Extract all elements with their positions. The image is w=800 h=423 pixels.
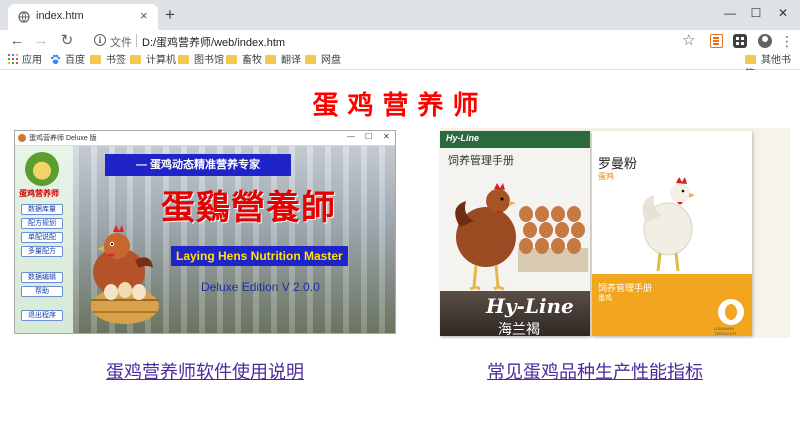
lohmann-book-subtitle: 蛋鸡: [598, 172, 614, 181]
app-sidebar: 蛋鸡营养师 数据库量 配方规划 单配说配 多量配方 数据编辑 帮助 退出程序: [15, 146, 73, 333]
app-slogan: — 蛋鸡动态精准营养专家: [105, 154, 291, 176]
app-titlebar: 蛋鸡营养师 Deluxe 版 — ☐ ✕: [15, 131, 395, 146]
folder-icon: [305, 55, 316, 64]
close-window-button[interactable]: ✕: [771, 3, 795, 23]
reload-button[interactable]: ↻: [58, 32, 76, 50]
bookmark-folder[interactable]: 计算机: [130, 54, 176, 68]
app-window-title: 蛋鸡营养师 Deluxe 版: [29, 135, 97, 142]
lohmann-handbook-cover: 罗曼粉 蛋鸡 饲养管理手册 蛋鸡 LOHMANN TIERZUCHT: [592, 131, 752, 336]
app-menu-button: 帮助: [21, 286, 63, 297]
app-menu-button: 单配说配: [21, 232, 63, 243]
scheme-label: 文件: [110, 37, 132, 49]
app-main-panel: — 蛋鸡动态精准营养专家 蛋鷄營養師 Laying Hens Nutrition…: [73, 146, 395, 333]
folder-icon: [178, 55, 189, 64]
browser-tab[interactable]: index.htm ×: [8, 4, 158, 30]
folder-icon: [745, 55, 756, 64]
page-title: 蛋鸡营养师: [312, 91, 488, 121]
bookmark-baidu[interactable]: 百度: [50, 54, 85, 68]
hyline-logo: Hy-Line: [486, 294, 574, 318]
extension-grid-icon[interactable]: [733, 34, 747, 48]
profile-icon[interactable]: [758, 34, 772, 48]
bookmark-label: 图书馆: [194, 55, 224, 66]
app-minimize-icon: —: [347, 132, 355, 141]
app-maximize-icon: ☐: [365, 132, 373, 141]
white-hen-illustration: [642, 177, 695, 272]
bookmark-label: 翻译: [281, 55, 301, 66]
hyline-breed-name: 海兰褐: [498, 321, 540, 336]
page-content: 蛋鸡营养师 蛋鸡营养师 Deluxe 版 — ☐ ✕ 蛋鸡营养师 数据库量 配方…: [0, 70, 800, 423]
bookmark-other[interactable]: 其他书签: [745, 54, 800, 80]
breed-performance-link[interactable]: 常见蛋鸡品种生产性能指标: [487, 362, 703, 383]
brown-hen-illustration: [455, 183, 516, 291]
browser-toolbar: ← → ↻ i 文件 D:/蛋鸡营养师/web/index.htm ☆ ⋮: [0, 30, 800, 52]
app-menu-button: 数据库量: [21, 204, 63, 215]
bookmark-label: 畜牧: [242, 55, 262, 66]
hyline-handbook-cover: Hy-Line 饲养管理手册 Hy-Line 海兰褐: [440, 131, 590, 336]
bookmark-label: 书签: [106, 55, 126, 66]
hen-basket-illustration: [91, 225, 159, 324]
app-english-title: Laying Hens Nutrition Master: [171, 246, 348, 266]
bookmark-label: 百度: [65, 55, 85, 66]
folder-icon: [265, 55, 276, 64]
star-icon[interactable]: ☆: [682, 31, 695, 49]
address-bar[interactable]: i 文件 D:/蛋鸡营养师/web/index.htm ☆: [86, 31, 706, 51]
tab-strip: index.htm × + — ☐ ✕: [0, 0, 800, 30]
folder-icon: [130, 55, 141, 64]
hen-icon: [18, 134, 26, 142]
bookmark-folder[interactable]: 畜牧: [226, 54, 262, 68]
back-button[interactable]: ←: [8, 32, 26, 50]
app-big-title: 蛋鷄營養師: [161, 188, 336, 228]
hen-logo-icon: [25, 152, 59, 186]
app-logo-text: 蛋鸡营养师: [19, 189, 59, 198]
app-menu-button: 配方规划: [21, 218, 63, 229]
bookmark-label: 计算机: [146, 55, 176, 66]
bookmark-folder[interactable]: 网盘: [305, 54, 341, 68]
app-menu-button: 退出程序: [21, 310, 63, 321]
extension-icon[interactable]: [710, 34, 723, 48]
baidu-paw-icon: [50, 54, 61, 65]
bookmarks-bar: 应用 百度 书签 计算机 图书馆 畜牧 翻译 网盘 其他书签: [0, 52, 800, 80]
lohmann-logo-text: LOHMANN TIERZUCHT: [714, 326, 737, 336]
url-text[interactable]: D:/蛋鸡营养师/web/index.htm: [142, 34, 285, 50]
link-container-left: 蛋鸡营养师软件使用说明: [0, 358, 410, 384]
folder-icon: [90, 55, 101, 64]
apps-grid-icon: [8, 54, 18, 64]
bookmark-label: 网盘: [321, 55, 341, 66]
menu-icon[interactable]: ⋮: [780, 31, 794, 51]
bookmark-apps-label: 应用: [22, 55, 42, 66]
app-menu-button: 数据编辑: [21, 272, 63, 283]
app-menu-button: 多量配方: [21, 246, 63, 257]
hyline-brand-bar: Hy-Line: [440, 131, 590, 148]
app-edition: Deluxe Edition V 2.0.0: [201, 280, 320, 294]
breed-handbook-image[interactable]: Hy-Line 饲养管理手册 Hy-Line 海兰褐 罗曼粉 蛋鸡 饲养管理手册…: [440, 128, 790, 338]
info-icon[interactable]: i: [94, 34, 106, 46]
lohmann-logo-icon: [718, 299, 744, 325]
tab-close-button[interactable]: ×: [140, 8, 148, 24]
minimize-button[interactable]: —: [718, 3, 742, 23]
app-close-icon: ✕: [383, 132, 390, 141]
hyline-book-title: 饲养管理手册: [448, 155, 514, 167]
lohmann-band-subtitle: 蛋鸡: [598, 295, 612, 302]
hyline-brand: Hy-Line: [446, 133, 480, 143]
software-screenshot-image[interactable]: 蛋鸡营养师 Deluxe 版 — ☐ ✕ 蛋鸡营养师 数据库量 配方规划 单配说…: [14, 130, 396, 334]
new-tab-button[interactable]: +: [165, 6, 175, 24]
tab-title: index.htm: [36, 10, 84, 22]
bookmark-folder[interactable]: 书签: [90, 54, 126, 68]
bookmark-apps[interactable]: 应用: [8, 54, 42, 68]
bookmark-folder[interactable]: 翻译: [265, 54, 301, 68]
lohmann-book-title: 罗曼粉: [598, 156, 638, 171]
maximize-button[interactable]: ☐: [744, 3, 768, 23]
globe-icon: [18, 11, 30, 23]
software-manual-link[interactable]: 蛋鸡营养师软件使用说明: [106, 362, 304, 383]
forward-button[interactable]: →: [32, 32, 50, 50]
link-container-right: 常见蛋鸡品种生产性能指标: [390, 358, 800, 384]
bookmark-folder[interactable]: 图书馆: [178, 54, 224, 68]
folder-icon: [226, 55, 237, 64]
egg-tray-illustration: [518, 206, 588, 272]
divider: [136, 34, 137, 47]
